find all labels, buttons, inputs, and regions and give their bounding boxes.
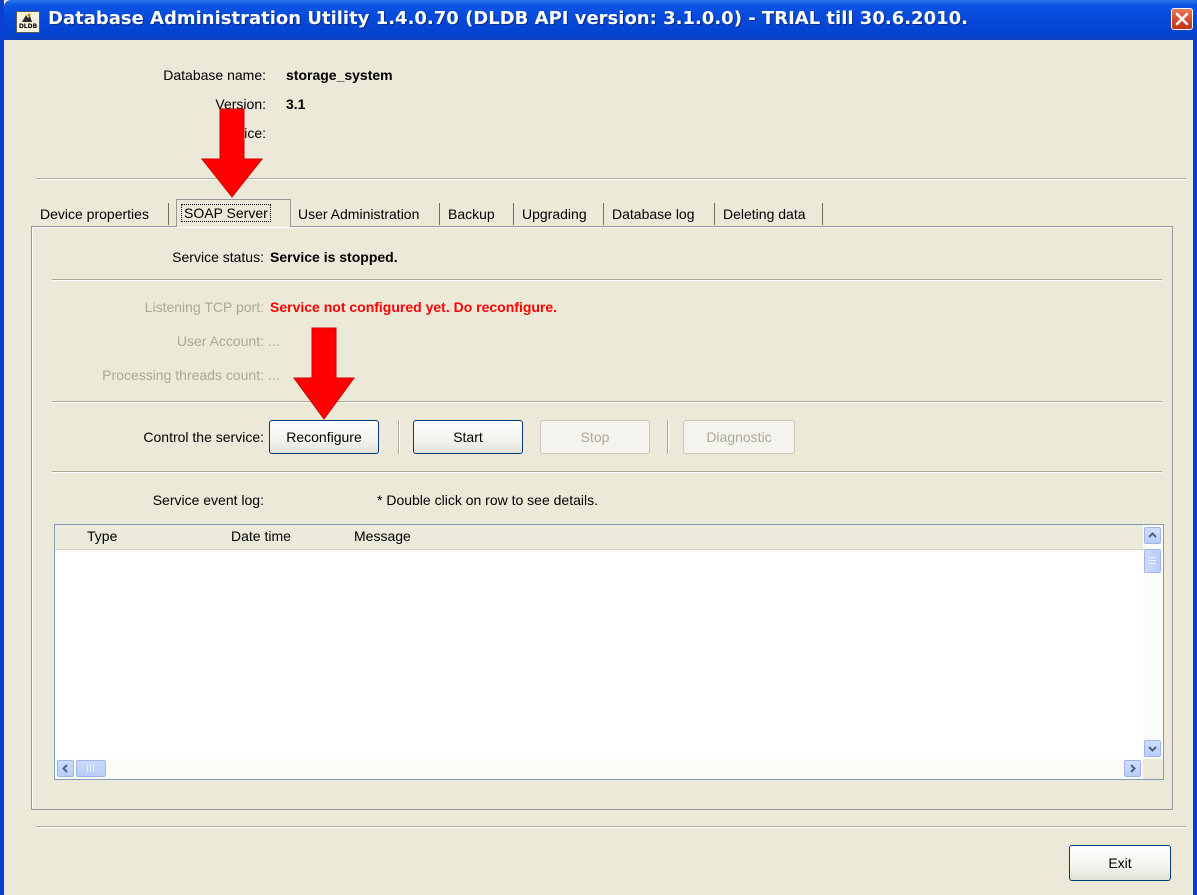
user-account-label: User Account: [176,333,264,349]
scroll-down-button[interactable] [1144,740,1161,757]
dldb-app-icon: DLDB [16,11,40,33]
exit-button[interactable]: Exit [1069,845,1171,881]
database-name-value: storage_system [286,67,393,83]
reconfigure-button[interactable]: Reconfigure [269,420,379,454]
footer-divider [36,826,1186,828]
event-log-list[interactable]: Type Date time Message [54,524,1164,780]
event-log-header: Type Date time Message [55,525,1143,550]
stop-button[interactable]: Stop [540,420,650,454]
control-service-label: Control the service: [143,429,264,445]
tab-database-log[interactable]: Database log [608,203,715,225]
tab-soap-server-label: SOAP Server [181,204,271,222]
scroll-left-button[interactable] [57,760,74,777]
chevron-down-icon [1148,746,1157,752]
status-divider [52,279,1162,281]
annotation-arrow-icon [293,327,355,420]
service-status-label: Service status: [172,249,264,265]
chevron-left-icon [62,764,68,773]
column-header-type[interactable]: Type [87,528,117,544]
scrollbar-corner [1143,759,1163,779]
vertical-scrollbar[interactable] [1143,525,1163,759]
button-separator [667,420,669,454]
title-bar[interactable]: DLDB Database Administration Utility 1.4… [4,0,1197,40]
chevron-right-icon [1130,764,1136,773]
threads-count-label: Processing threads count: [102,367,264,383]
tab-soap-server[interactable]: SOAP Server [176,199,291,227]
version-value: 3.1 [286,96,306,112]
scroll-right-button[interactable] [1124,760,1141,777]
vertical-scroll-thumb[interactable] [1144,549,1161,573]
tab-upgrading[interactable]: Upgrading [518,203,604,225]
column-header-message[interactable]: Message [354,528,411,544]
database-name-label: Database name: [163,67,266,83]
user-account-value: ... [268,333,280,349]
event-log-label: Service event log: [152,492,264,508]
config-divider [52,401,1162,403]
threads-count-value: ... [268,367,280,383]
control-divider [52,471,1162,473]
tab-backup[interactable]: Backup [444,203,514,225]
close-icon [1175,12,1189,26]
column-header-datetime[interactable]: Date time [231,528,291,544]
scroll-up-button[interactable] [1144,527,1161,544]
diagnostic-button[interactable]: Diagnostic [683,420,795,454]
app-window: DLDB Database Administration Utility 1.4… [0,0,1197,895]
start-button[interactable]: Start [413,420,523,454]
horizontal-scrollbar[interactable] [55,759,1143,779]
service-status-value: Service is stopped. [270,249,398,265]
tcp-port-label: Listening TCP port: [144,299,264,315]
soap-server-panel: Service status: Service is stopped. List… [31,226,1173,810]
tab-user-administration[interactable]: User Administration [294,203,440,225]
tab-deleting-data[interactable]: Deleting data [719,203,823,225]
annotation-arrow-icon [200,108,264,198]
event-log-hint: * Double click on row to see details. [377,492,598,508]
horizontal-scroll-thumb[interactable] [76,760,106,777]
tab-device-properties[interactable]: Device properties [36,203,169,225]
button-separator [398,420,400,454]
close-button[interactable] [1171,8,1193,30]
tcp-port-value: Service not configured yet. Do reconfigu… [270,299,558,315]
chevron-up-icon [1148,532,1157,538]
app-icon-label: DLDB [18,23,38,30]
window-title: Database Administration Utility 1.4.0.70… [48,8,968,29]
